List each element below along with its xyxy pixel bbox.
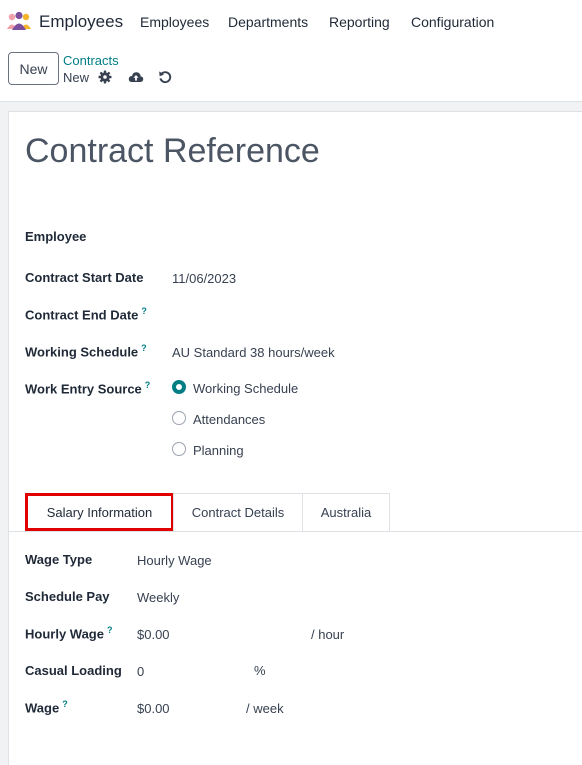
casual-loading-label-text: Casual Loading — [25, 663, 122, 678]
contract-start-date-label: Contract Start Date — [25, 270, 143, 285]
breadcrumb-current: New — [63, 70, 90, 85]
help-tooltip-icon[interactable]: ? — [107, 625, 113, 635]
top-navbar: Employees Employees Departments Reportin… — [0, 0, 582, 44]
app-name[interactable]: Employees — [39, 12, 123, 32]
contract-reference-title[interactable]: Contract Reference — [25, 132, 320, 171]
contract-end-date-label: Contract End Date? — [25, 306, 147, 322]
tabs-divider — [8, 531, 582, 532]
discard-icon[interactable] — [157, 69, 173, 85]
help-tooltip-icon[interactable]: ? — [141, 343, 147, 353]
control-panel: New Contracts New — [0, 44, 582, 102]
wage-type-label-text: Wage Type — [25, 552, 93, 567]
wage-label-text: Wage — [25, 700, 60, 716]
working-schedule-field[interactable]: AU Standard 38 hours/week — [172, 345, 335, 360]
menu-departments[interactable]: Departments — [228, 14, 308, 30]
tab-salary-information[interactable]: Salary Information — [25, 493, 174, 531]
radio-label-working-schedule[interactable]: Working Schedule — [193, 381, 298, 396]
hourly-wage-input[interactable]: $0.00 — [137, 627, 170, 642]
radio-label-planning[interactable]: Planning — [193, 443, 244, 458]
casual-loading-label: Casual Loading — [25, 663, 122, 678]
working-schedule-label: Working Schedule? — [25, 343, 147, 359]
gear-icon[interactable] — [97, 69, 113, 85]
schedule-pay-label: Schedule Pay — [25, 589, 110, 604]
hourly-wage-label-text: Hourly Wage — [25, 626, 104, 642]
contract-start-date-field[interactable]: 11/06/2023 — [172, 271, 236, 286]
new-button[interactable]: New — [8, 52, 59, 85]
help-tooltip-icon[interactable]: ? — [62, 699, 68, 709]
radio-attendances[interactable] — [172, 411, 186, 425]
wage-type-field[interactable]: Hourly Wage — [137, 553, 212, 568]
tab-contract-details[interactable]: Contract Details — [173, 493, 303, 531]
help-tooltip-icon[interactable]: ? — [145, 380, 151, 390]
menu-reporting[interactable]: Reporting — [329, 14, 390, 30]
breadcrumb-contracts[interactable]: Contracts — [63, 53, 119, 68]
hourly-wage-unit: / hour — [311, 627, 345, 642]
wage-unit: / week — [246, 701, 284, 716]
work-entry-source-label: Work Entry Source? — [25, 380, 150, 396]
casual-loading-input[interactable]: 0 — [137, 664, 144, 679]
working-schedule-label-text: Working Schedule — [25, 344, 139, 360]
wage-type-label: Wage Type — [25, 552, 92, 567]
wage-input[interactable]: $0.00 — [137, 701, 170, 716]
wage-label: Wage? — [25, 699, 68, 715]
work-entry-source-label-text: Work Entry Source — [25, 381, 142, 397]
radio-label-attendances[interactable]: Attendances — [193, 412, 265, 427]
menu-employees[interactable]: Employees — [140, 14, 209, 30]
contract-end-date-label-text: Contract End Date — [25, 307, 139, 323]
casual-loading-unit: % — [254, 663, 266, 678]
help-tooltip-icon[interactable]: ? — [141, 306, 147, 316]
contract-start-date-label-text: Contract Start Date — [25, 270, 144, 285]
schedule-pay-field[interactable]: Weekly — [137, 590, 179, 605]
employees-app-icon[interactable] — [6, 11, 32, 31]
menu-configuration[interactable]: Configuration — [411, 14, 494, 30]
cloud-upload-icon[interactable] — [128, 69, 144, 85]
employee-label: Employee — [25, 229, 86, 244]
radio-planning[interactable] — [172, 442, 186, 456]
employee-label-text: Employee — [25, 229, 87, 244]
hourly-wage-label: Hourly Wage? — [25, 625, 112, 641]
radio-working-schedule[interactable] — [172, 380, 186, 394]
schedule-pay-label-text: Schedule Pay — [25, 589, 110, 604]
tab-australia[interactable]: Australia — [302, 493, 390, 531]
